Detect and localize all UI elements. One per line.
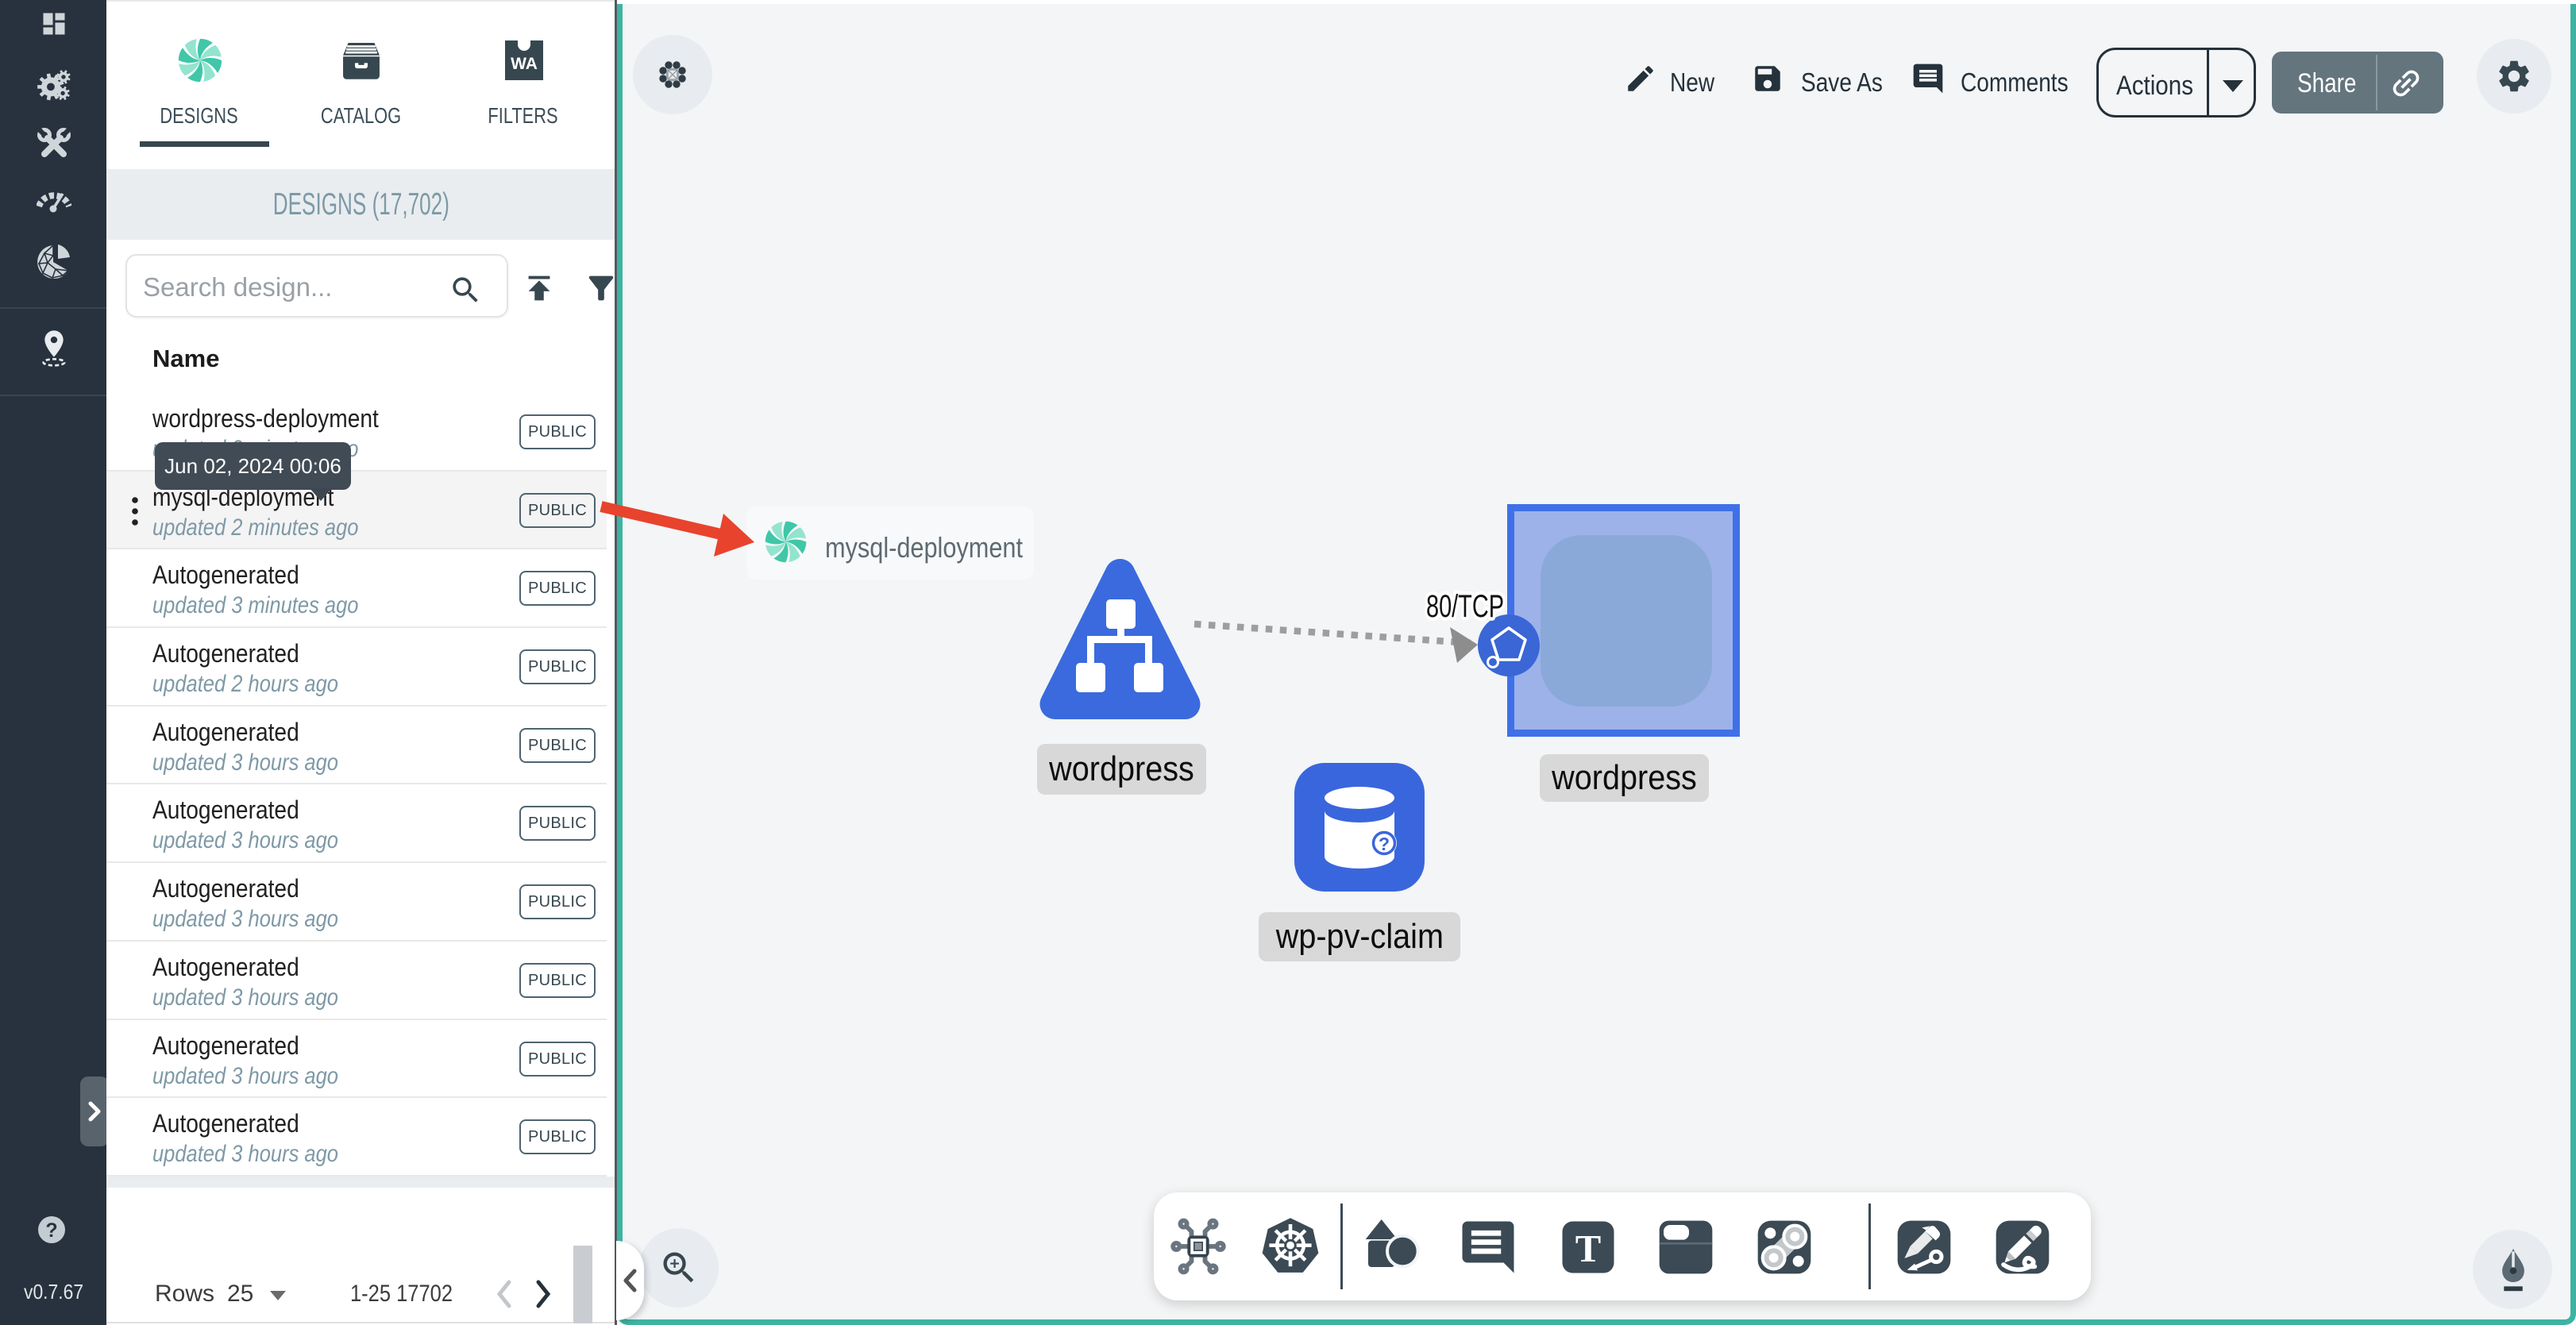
- svg-text:mysql-deployment: mysql-deployment: [825, 531, 1023, 564]
- svg-text:?: ?: [45, 1219, 57, 1242]
- svg-text:T: T: [1575, 1227, 1602, 1270]
- svg-text:WA: WA: [511, 55, 538, 73]
- svg-text:?: ?: [1379, 834, 1390, 854]
- svg-text:80/TCP: 80/TCP: [1426, 589, 1504, 624]
